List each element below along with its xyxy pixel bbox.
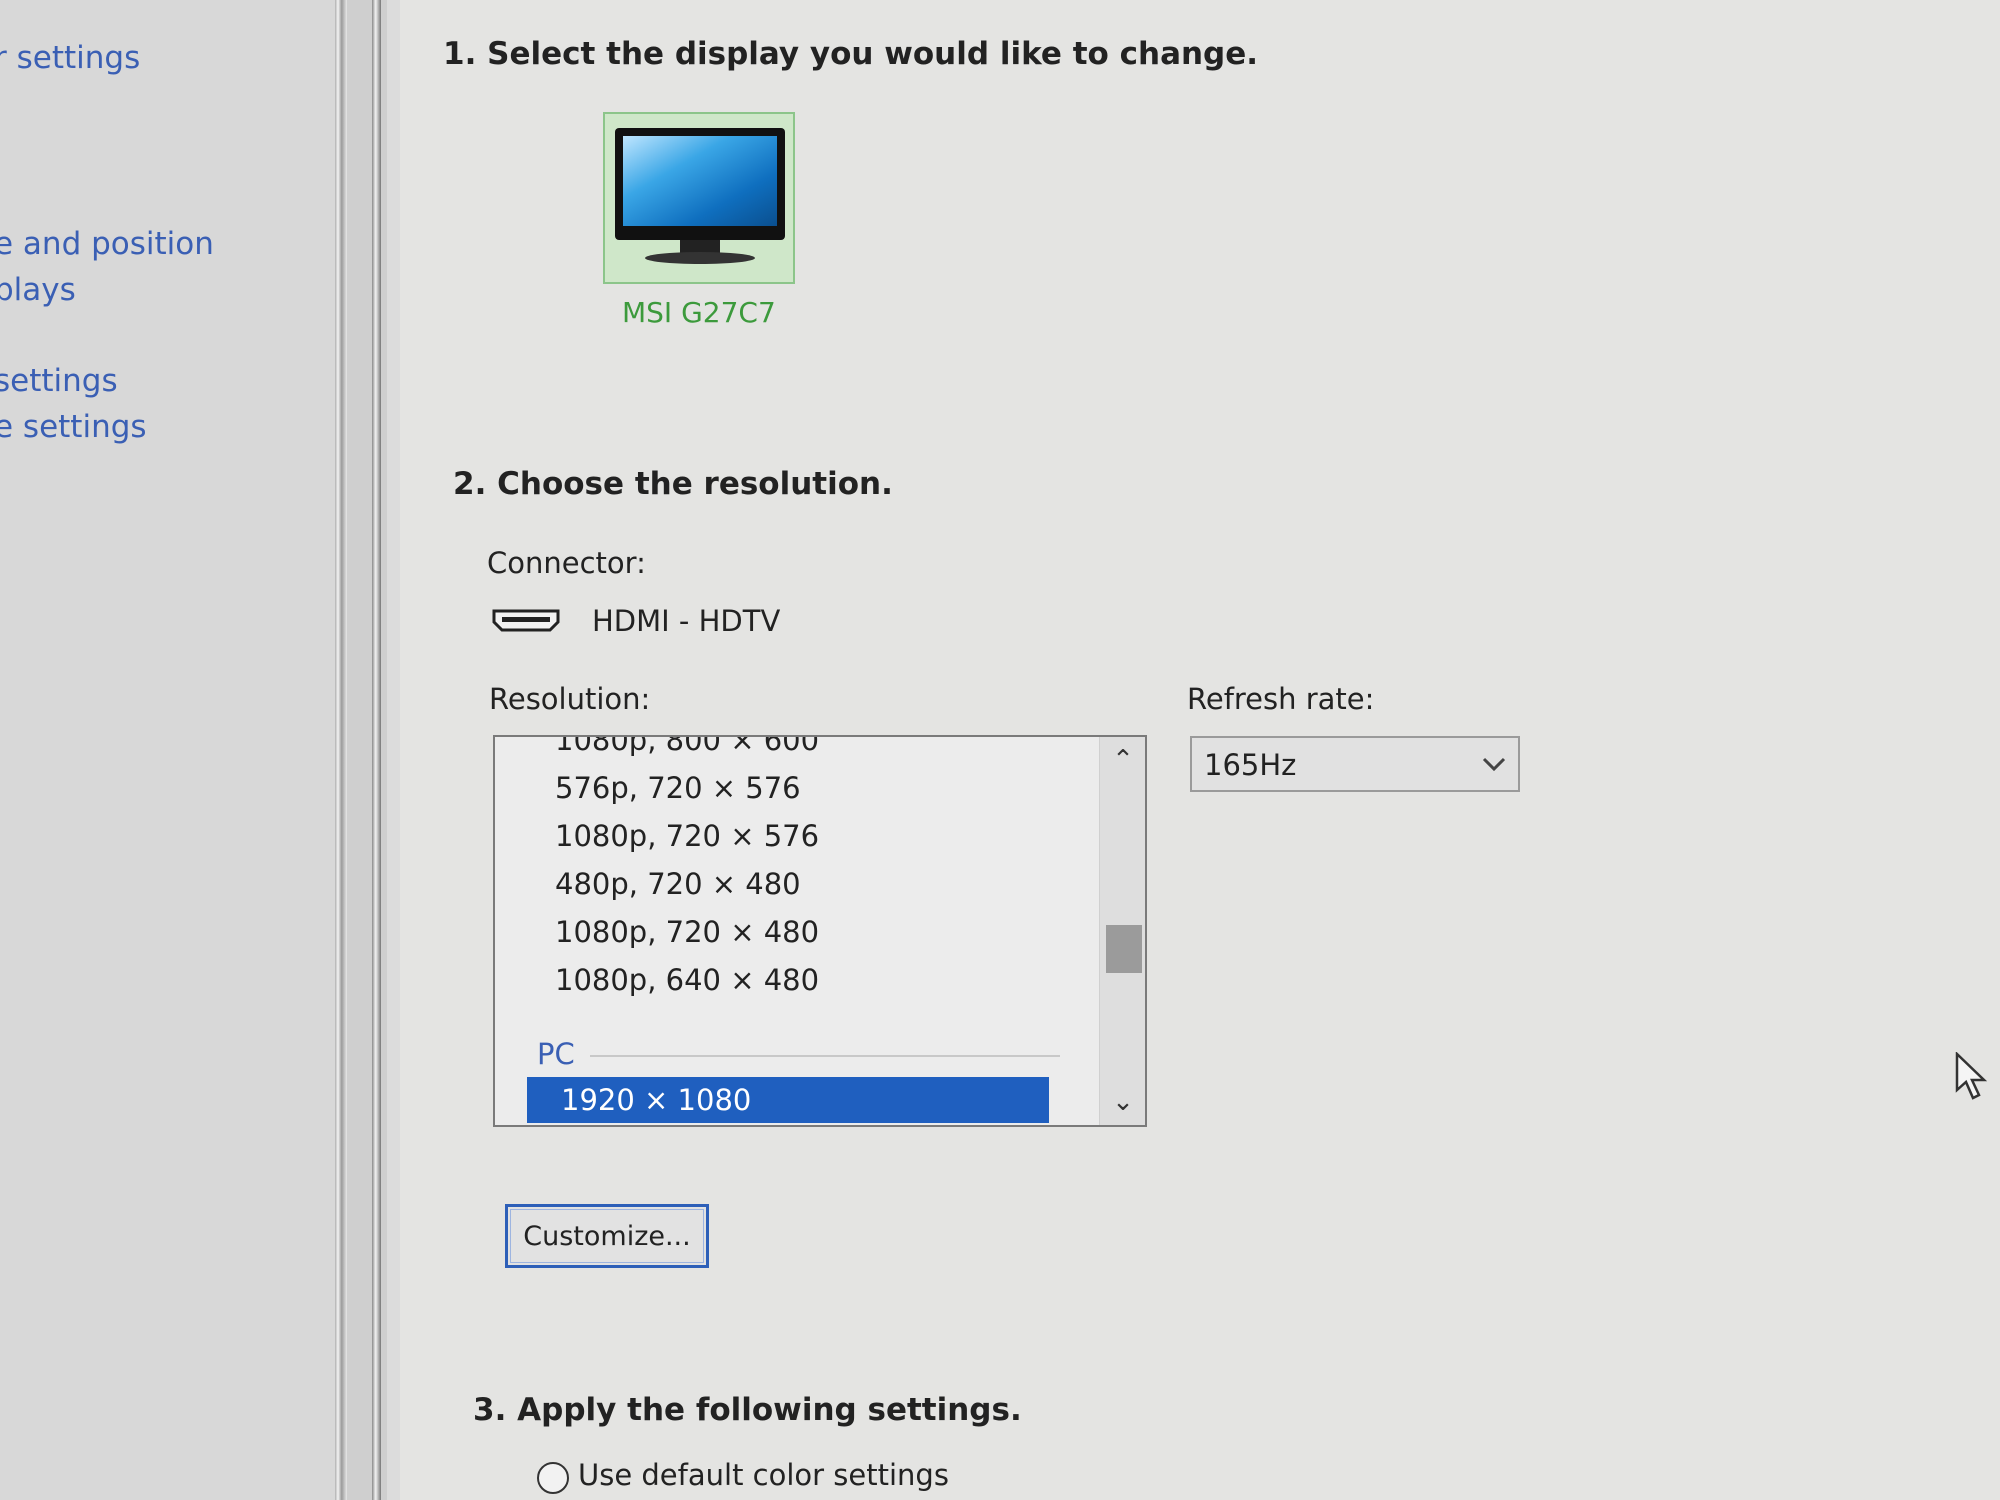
refresh-rate-label: Refresh rate:: [1187, 682, 1375, 716]
refresh-rate-value: 165Hz: [1204, 748, 1297, 782]
connector-label: Connector:: [487, 546, 646, 580]
list-item[interactable]: 480p, 720 × 480: [555, 867, 801, 901]
sidebar-item-displays[interactable]: plays: [0, 272, 76, 308]
group-divider: [590, 1055, 1060, 1057]
customize-button[interactable]: Customize...: [505, 1204, 709, 1268]
resolution-label: Resolution:: [489, 682, 651, 716]
default-color-radio[interactable]: [537, 1462, 569, 1494]
refresh-rate-select[interactable]: 165Hz: [1190, 736, 1520, 792]
list-item[interactable]: 1080p, 720 × 576: [555, 819, 819, 853]
chevron-down-icon[interactable]: ⌄: [1100, 1079, 1145, 1125]
step1-heading: 1. Select the display you would like to …: [443, 36, 1259, 72]
resolution-listbox[interactable]: 1080p, 800 × 600 576p, 720 × 576 1080p, …: [493, 735, 1147, 1127]
group-label-pc: PC: [537, 1037, 575, 1071]
step3-heading: 3. Apply the following settings.: [473, 1392, 1022, 1428]
scrollbar[interactable]: ⌃ ⌄: [1099, 737, 1145, 1125]
list-item[interactable]: 576p, 720 × 576: [555, 771, 801, 805]
pane-gutter: [347, 0, 387, 1500]
step2-heading: 2. Choose the resolution.: [453, 466, 893, 502]
pane-border: [372, 0, 381, 1500]
sidebar-item-size-and-position[interactable]: e and position: [0, 226, 214, 262]
chevron-down-icon: [1482, 757, 1506, 772]
pane-splitter[interactable]: [335, 0, 347, 1500]
display-tile[interactable]: [603, 112, 795, 284]
sidebar-item-color-settings[interactable]: r settings: [0, 40, 140, 76]
connector-value: HDMI - HDTV: [592, 604, 781, 638]
chevron-up-icon[interactable]: ⌃: [1100, 737, 1145, 783]
list-item-selected[interactable]: 1920 × 1080: [527, 1077, 1049, 1123]
sidebar-item-settings[interactable]: settings: [0, 363, 118, 399]
mouse-cursor-icon: [1955, 1052, 1987, 1100]
list-item[interactable]: 1080p, 800 × 600: [555, 737, 819, 757]
scroll-thumb[interactable]: [1106, 925, 1142, 973]
sidebar: r settings e and position plays settings…: [0, 0, 345, 1500]
list-item[interactable]: 1080p, 640 × 480: [555, 963, 819, 997]
monitor-icon: [615, 128, 785, 240]
display-name[interactable]: MSI G27C7: [622, 296, 776, 329]
list-item[interactable]: 1080p, 720 × 480: [555, 915, 819, 949]
sidebar-item-more-settings[interactable]: e settings: [0, 409, 147, 445]
default-color-label: Use default color settings: [578, 1458, 949, 1492]
hdmi-connector-icon: [492, 609, 560, 632]
